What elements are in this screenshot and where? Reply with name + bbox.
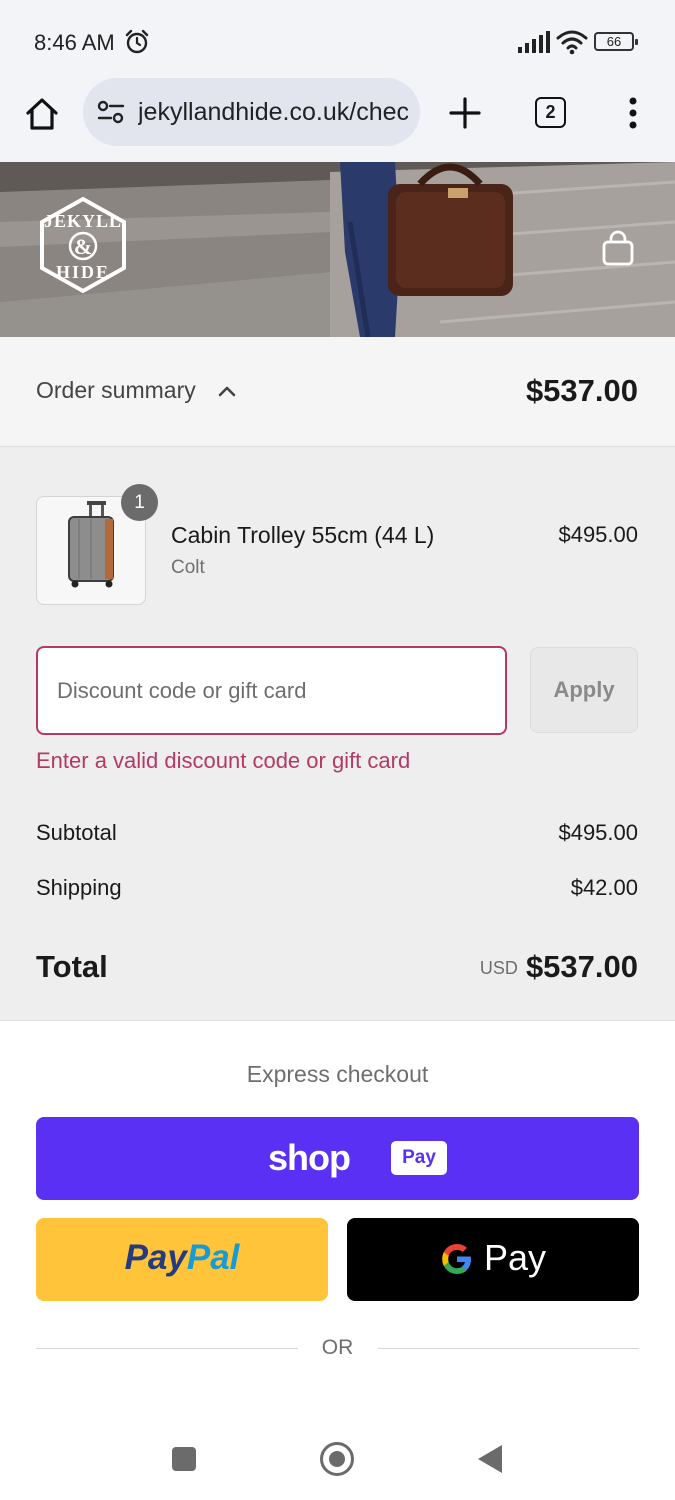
system-nav-bar	[0, 1420, 675, 1500]
browser-toolbar: jekyllandhide.co.uk/checkouts 2	[0, 78, 675, 162]
total-label: Total	[36, 949, 108, 984]
tab-switcher-button[interactable]: 2	[535, 97, 566, 128]
shop-pay-wordmark: shop	[268, 1137, 351, 1178]
chevron-up-icon[interactable]	[218, 385, 236, 397]
brand-logo[interactable]: JEKYLL & HIDE	[34, 196, 132, 294]
home-button-icon[interactable]	[320, 1442, 354, 1476]
quantity-badge: 1	[121, 484, 158, 521]
paypal-wordmark-part2: Pal	[186, 1238, 240, 1277]
google-pay-wordmark: Pay	[484, 1237, 547, 1278]
logo-text-bottom: HIDE	[56, 262, 110, 282]
google-pay-button[interactable]: Pay	[347, 1218, 639, 1301]
site-settings-icon[interactable]	[97, 100, 125, 124]
total-currency: USD	[479, 958, 518, 978]
status-bar: 8:46 AM 66	[0, 0, 675, 80]
subtotal-value: $495.00	[558, 820, 638, 845]
shop-pay-button[interactable]: shop Pay	[36, 1117, 639, 1200]
order-summary-panel: 1 Cabin Trolley 55cm (44 L) Colt $495.00…	[0, 447, 675, 1021]
address-bar[interactable]: jekyllandhide.co.uk/checkouts	[83, 78, 420, 146]
product-price: $495.00	[558, 522, 638, 547]
shipping-label: Shipping	[36, 875, 122, 900]
divider-right	[378, 1348, 639, 1349]
recent-apps-icon[interactable]	[172, 1447, 196, 1471]
total-value: $537.00	[525, 949, 638, 984]
bag-icon[interactable]	[600, 230, 636, 266]
paypal-button[interactable]: PayPal	[36, 1218, 328, 1301]
shipping-value: $42.00	[570, 875, 638, 900]
url-text[interactable]: jekyllandhide.co.uk/checkouts	[138, 98, 408, 127]
express-checkout-title: Express checkout	[246, 1061, 429, 1087]
shop-pay-chip: Pay	[391, 1141, 447, 1175]
status-time: 8:46 AM	[34, 30, 115, 55]
google-g-icon	[442, 1244, 471, 1274]
hero-banner: JEKYLL & HIDE	[0, 162, 675, 337]
product-variant: Colt	[171, 557, 205, 578]
subtotal-label: Subtotal	[36, 820, 117, 845]
home-icon[interactable]	[22, 94, 62, 134]
back-icon[interactable]	[478, 1445, 502, 1473]
paypal-wordmark: PayPal	[36, 1238, 328, 1278]
alarm-icon	[125, 29, 149, 54]
menu-icon[interactable]	[628, 96, 638, 130]
order-summary-toggle[interactable]: Order summary $537.00	[0, 337, 675, 447]
signal-icon	[518, 31, 550, 53]
paypal-wordmark-part1: Pay	[124, 1238, 187, 1277]
total-amount: USD $537.00	[480, 949, 638, 985]
product-name: Cabin Trolley 55cm (44 L)	[171, 522, 435, 548]
battery-indicator: 66	[594, 32, 638, 51]
order-summary-total: $537.00	[525, 373, 638, 408]
discount-code-input[interactable]	[36, 646, 507, 735]
discount-error-message: Enter a valid discount code or gift card	[36, 748, 411, 773]
wifi-icon	[556, 30, 588, 55]
order-summary-label[interactable]: Order summary	[36, 377, 196, 404]
plus-icon[interactable]	[448, 96, 482, 130]
apply-discount-button[interactable]: Apply	[530, 647, 638, 733]
logo-text-top: JEKYLL	[44, 211, 122, 231]
logo-text-center: &	[74, 234, 92, 259]
